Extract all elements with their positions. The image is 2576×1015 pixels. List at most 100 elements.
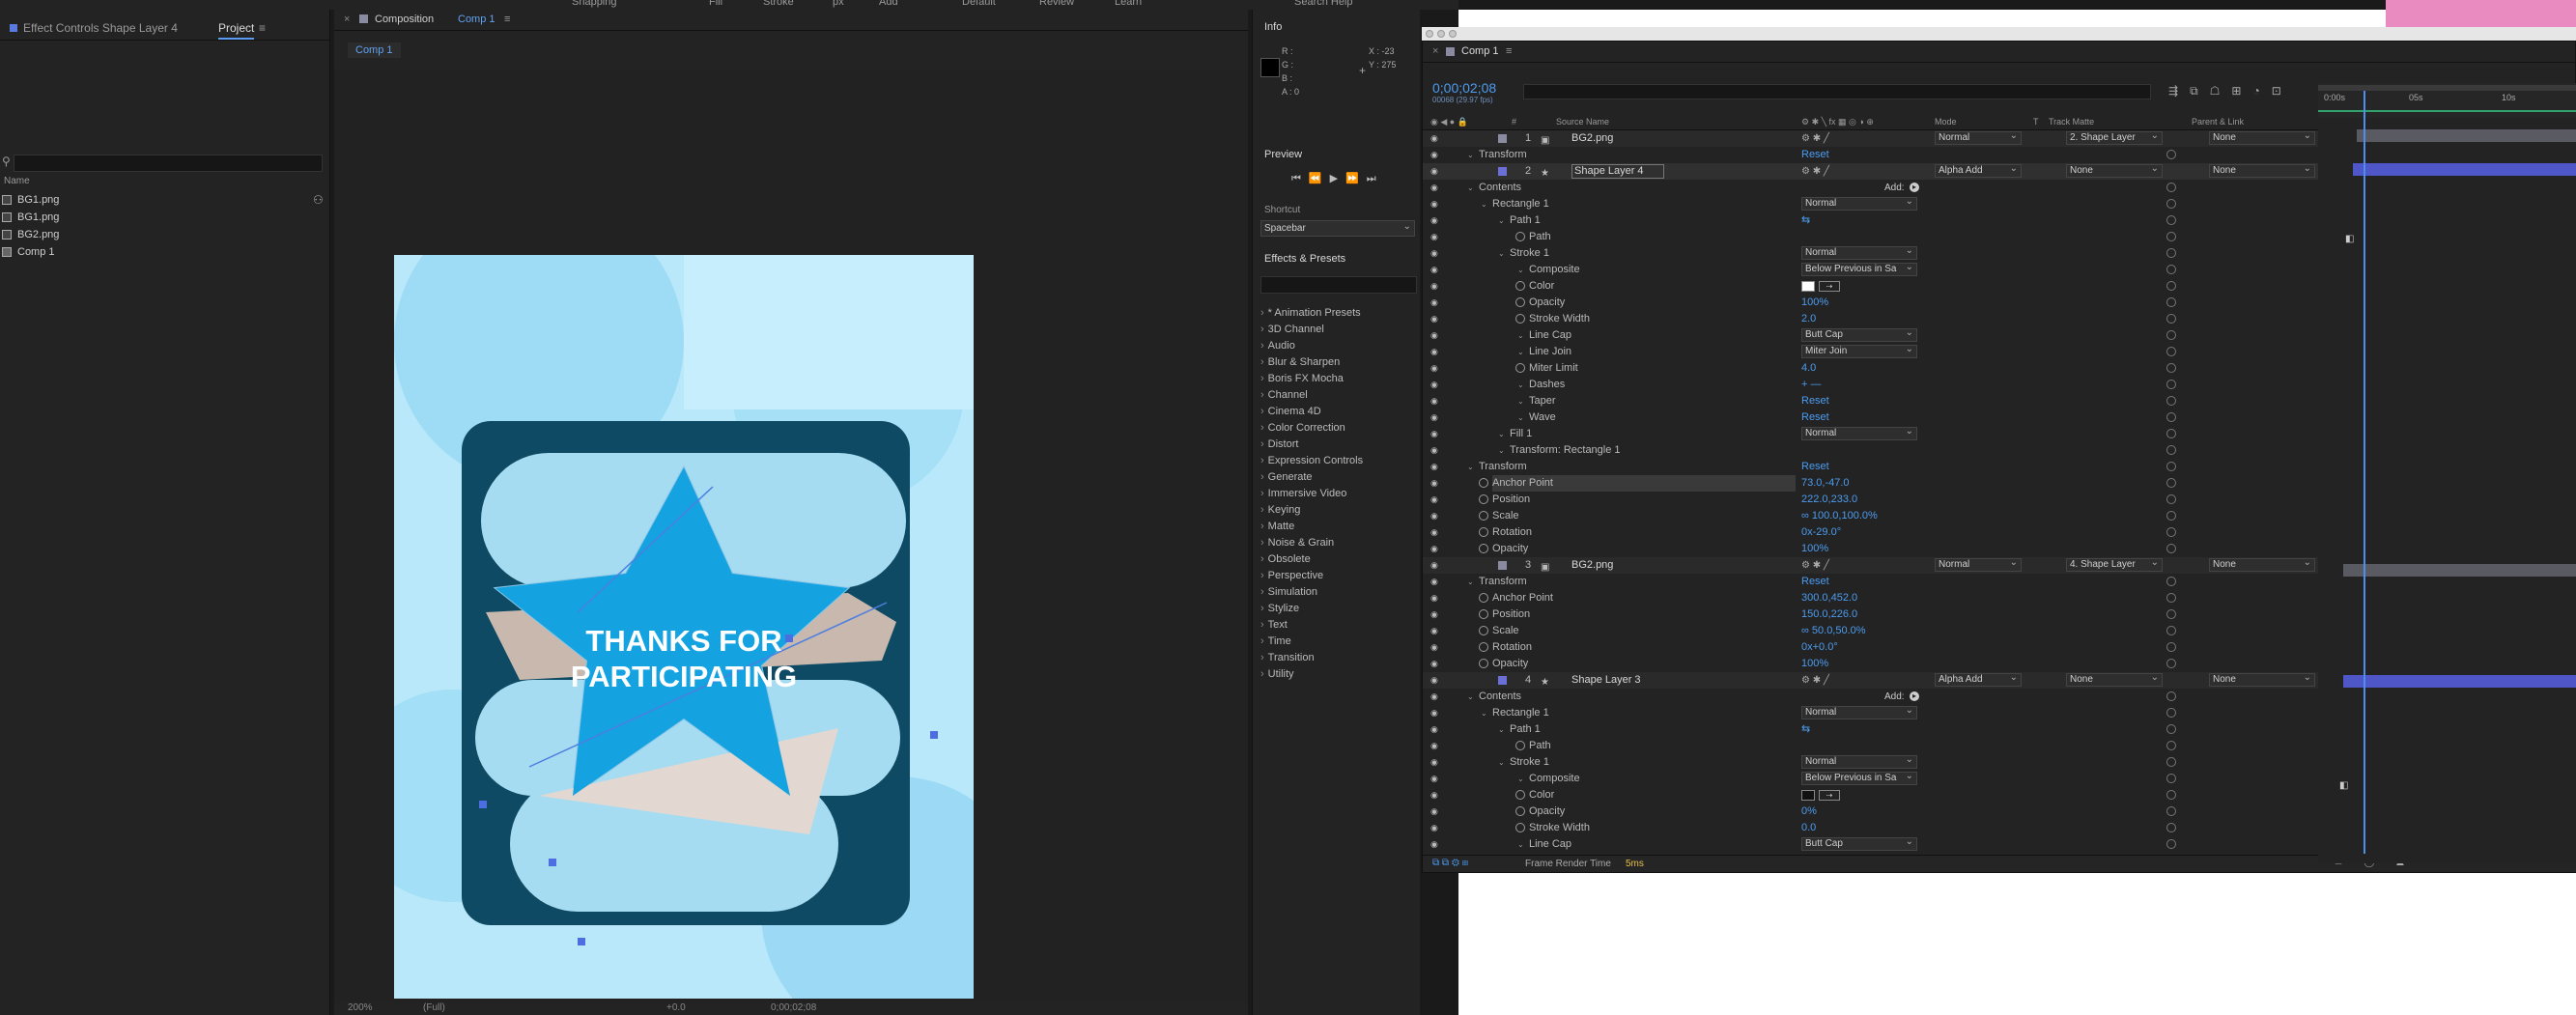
effect-category[interactable]: Immersive Video bbox=[1260, 486, 1347, 502]
expression-pickwhip-icon[interactable] bbox=[2166, 199, 2176, 209]
visibility-eye-icon[interactable]: ◉ bbox=[1430, 545, 1440, 553]
property-row[interactable]: ◉ Color ⇢ bbox=[1423, 787, 2326, 804]
property-row[interactable]: ◉ Stroke Width 2.0 bbox=[1423, 311, 2326, 327]
expand-chevron-icon[interactable]: ⌄ bbox=[1467, 459, 1474, 475]
property-label[interactable]: Scale bbox=[1492, 623, 1519, 639]
visibility-eye-icon[interactable]: ◉ bbox=[1430, 413, 1440, 422]
expand-chevron-icon[interactable]: ⌄ bbox=[1467, 689, 1474, 705]
expression-pickwhip-icon[interactable] bbox=[2166, 363, 2176, 373]
expand-chevron-icon[interactable]: ⌄ bbox=[1467, 180, 1474, 196]
stroke-label[interactable]: Stroke bbox=[763, 0, 794, 8]
property-dropdown[interactable]: Butt Cap bbox=[1801, 837, 1917, 851]
effect-category[interactable]: Text bbox=[1260, 617, 1288, 634]
add-icon[interactable]: ▸ bbox=[1910, 183, 1919, 192]
workspace-learn[interactable]: Learn bbox=[1115, 0, 1142, 8]
visibility-eye-icon[interactable]: ◉ bbox=[1430, 791, 1440, 800]
add-menu-label[interactable]: Add: bbox=[1884, 180, 1905, 196]
layer-label-color[interactable] bbox=[1498, 134, 1507, 143]
stopwatch-icon[interactable] bbox=[1479, 659, 1488, 668]
property-value[interactable]: 0x-29.0° bbox=[1801, 524, 1841, 541]
expression-pickwhip-icon[interactable] bbox=[2166, 527, 2176, 537]
expression-pickwhip-icon[interactable] bbox=[2166, 281, 2176, 291]
stopwatch-icon[interactable] bbox=[1479, 478, 1488, 488]
property-row[interactable]: ◉ Anchor Point 300.0,452.0 bbox=[1423, 590, 2326, 606]
layer-switch-icons[interactable]: ⚙ ✱ ╱ bbox=[1801, 163, 1829, 180]
property-label[interactable]: Opacity bbox=[1529, 295, 1565, 311]
visibility-eye-icon[interactable]: ◉ bbox=[1430, 594, 1440, 603]
col-parent[interactable]: Parent & Link bbox=[2192, 117, 2244, 127]
column-name[interactable]: Name bbox=[4, 176, 30, 186]
property-dropdown[interactable]: Normal bbox=[1801, 427, 1917, 440]
visibility-eye-icon[interactable]: ◉ bbox=[1430, 824, 1440, 832]
timecode[interactable]: 0;00;02;08 bbox=[1432, 80, 1496, 96]
track-matte-dropdown[interactable]: None bbox=[2066, 164, 2163, 178]
expression-pickwhip-icon[interactable] bbox=[2166, 347, 2176, 356]
property-value[interactable]: Reset bbox=[1801, 574, 1829, 590]
expand-chevron-icon[interactable]: ⌄ bbox=[1517, 344, 1524, 360]
project-item[interactable]: BG1.png bbox=[0, 191, 330, 209]
property-label[interactable]: Transform bbox=[1479, 574, 1527, 590]
effect-category[interactable]: Boris FX Mocha bbox=[1260, 371, 1344, 387]
property-row[interactable]: ◉ Rotation 0x-29.0° bbox=[1423, 524, 2326, 541]
visibility-eye-icon[interactable]: ◉ bbox=[1430, 742, 1440, 750]
track-matte-dropdown[interactable]: 4. Shape Layer bbox=[2066, 558, 2163, 572]
add-label[interactable]: Add bbox=[879, 0, 898, 8]
visibility-eye-icon[interactable]: ◉ bbox=[1430, 167, 1440, 176]
property-row[interactable]: ◉ ⌄ Path 1 ⇆ bbox=[1423, 212, 2326, 229]
stopwatch-icon[interactable] bbox=[1479, 494, 1488, 504]
motion-blur-icon[interactable]: ◔ bbox=[2252, 84, 2271, 98]
stopwatch-icon[interactable] bbox=[1479, 642, 1488, 652]
property-row[interactable]: ◉ ⌄ Rectangle 1 Normal bbox=[1423, 705, 2326, 721]
keyframe-icon[interactable]: ◧ bbox=[2345, 234, 2354, 244]
expression-pickwhip-icon[interactable] bbox=[2166, 380, 2176, 389]
project-item[interactable]: BG2.png bbox=[0, 226, 330, 243]
mode-dropdown[interactable]: Alpha Add bbox=[1935, 673, 2022, 687]
col-track-matte[interactable]: Track Matte bbox=[2049, 117, 2094, 127]
track-matte-dropdown[interactable]: 2. Shape Layer bbox=[2066, 131, 2163, 145]
property-label[interactable]: Opacity bbox=[1492, 656, 1528, 672]
property-value[interactable]: 100% bbox=[1801, 656, 1828, 672]
expression-pickwhip-icon[interactable] bbox=[2166, 823, 2176, 832]
effect-category[interactable]: * Animation Presets bbox=[1260, 305, 1361, 322]
visibility-eye-icon[interactable]: ◉ bbox=[1430, 660, 1440, 668]
expression-pickwhip-icon[interactable] bbox=[2166, 741, 2176, 750]
property-value[interactable]: 100% bbox=[1801, 541, 1828, 557]
expression-pickwhip-icon[interactable] bbox=[2166, 659, 2176, 668]
property-value[interactable]: 100% bbox=[1801, 295, 1828, 311]
visibility-eye-icon[interactable]: ◉ bbox=[1430, 397, 1440, 406]
add-icon[interactable]: ▸ bbox=[1910, 691, 1919, 701]
layer-label-color[interactable] bbox=[1498, 561, 1507, 570]
exposure-value[interactable]: +0.0 bbox=[666, 1002, 686, 1013]
project-item[interactable]: BG1.png bbox=[0, 209, 330, 226]
property-value[interactable]: 2.0 bbox=[1801, 311, 1816, 327]
stopwatch-icon[interactable] bbox=[1515, 741, 1525, 750]
property-row[interactable]: ◉ Opacity 100% bbox=[1423, 656, 2326, 672]
project-item[interactable]: Comp 1 bbox=[0, 243, 330, 261]
property-value[interactable]: Reset bbox=[1801, 393, 1829, 409]
property-label[interactable]: Path bbox=[1529, 229, 1551, 245]
property-label[interactable]: Rotation bbox=[1492, 524, 1532, 541]
effect-category[interactable]: Simulation bbox=[1260, 584, 1317, 601]
parent-dropdown[interactable]: None bbox=[2209, 164, 2315, 178]
property-label[interactable]: Rectangle 1 bbox=[1492, 705, 1549, 721]
layer-bar-1[interactable] bbox=[2357, 129, 2576, 142]
effect-category[interactable]: Matte bbox=[1260, 519, 1295, 535]
expression-pickwhip-icon[interactable] bbox=[2166, 429, 2176, 438]
expression-pickwhip-icon[interactable] bbox=[2166, 478, 2176, 488]
property-label[interactable]: Color bbox=[1529, 278, 1554, 295]
property-row[interactable]: ◉ Opacity 0% bbox=[1423, 804, 2326, 820]
mode-dropdown[interactable]: Normal bbox=[1935, 131, 2022, 145]
time-ruler[interactable]: 0:00s 05s 10s bbox=[2318, 83, 2576, 118]
visibility-eye-icon[interactable]: ◉ bbox=[1430, 315, 1440, 324]
property-row[interactable]: ◉ Stroke Width 0.0 bbox=[1423, 820, 2326, 836]
expression-pickwhip-icon[interactable] bbox=[2166, 511, 2176, 521]
visibility-eye-icon[interactable]: ◉ bbox=[1430, 282, 1440, 291]
property-row[interactable]: ◉ ⌄ Stroke 1 Normal bbox=[1423, 245, 2326, 262]
expand-chevron-icon[interactable]: ⌄ bbox=[1517, 409, 1524, 426]
layer-switch-icons[interactable]: ⚙ ✱ ╱ bbox=[1801, 557, 1829, 574]
property-row[interactable]: ◉ ⌄ Composite Below Previous in Sa bbox=[1423, 262, 2326, 278]
expand-chevron-icon[interactable]: ⌄ bbox=[1517, 377, 1524, 393]
graph-editor-icon[interactable]: ⊡ bbox=[2272, 84, 2293, 98]
expand-chevron-icon[interactable]: ⌄ bbox=[1498, 442, 1505, 459]
visibility-eye-icon[interactable]: ◉ bbox=[1430, 840, 1440, 849]
